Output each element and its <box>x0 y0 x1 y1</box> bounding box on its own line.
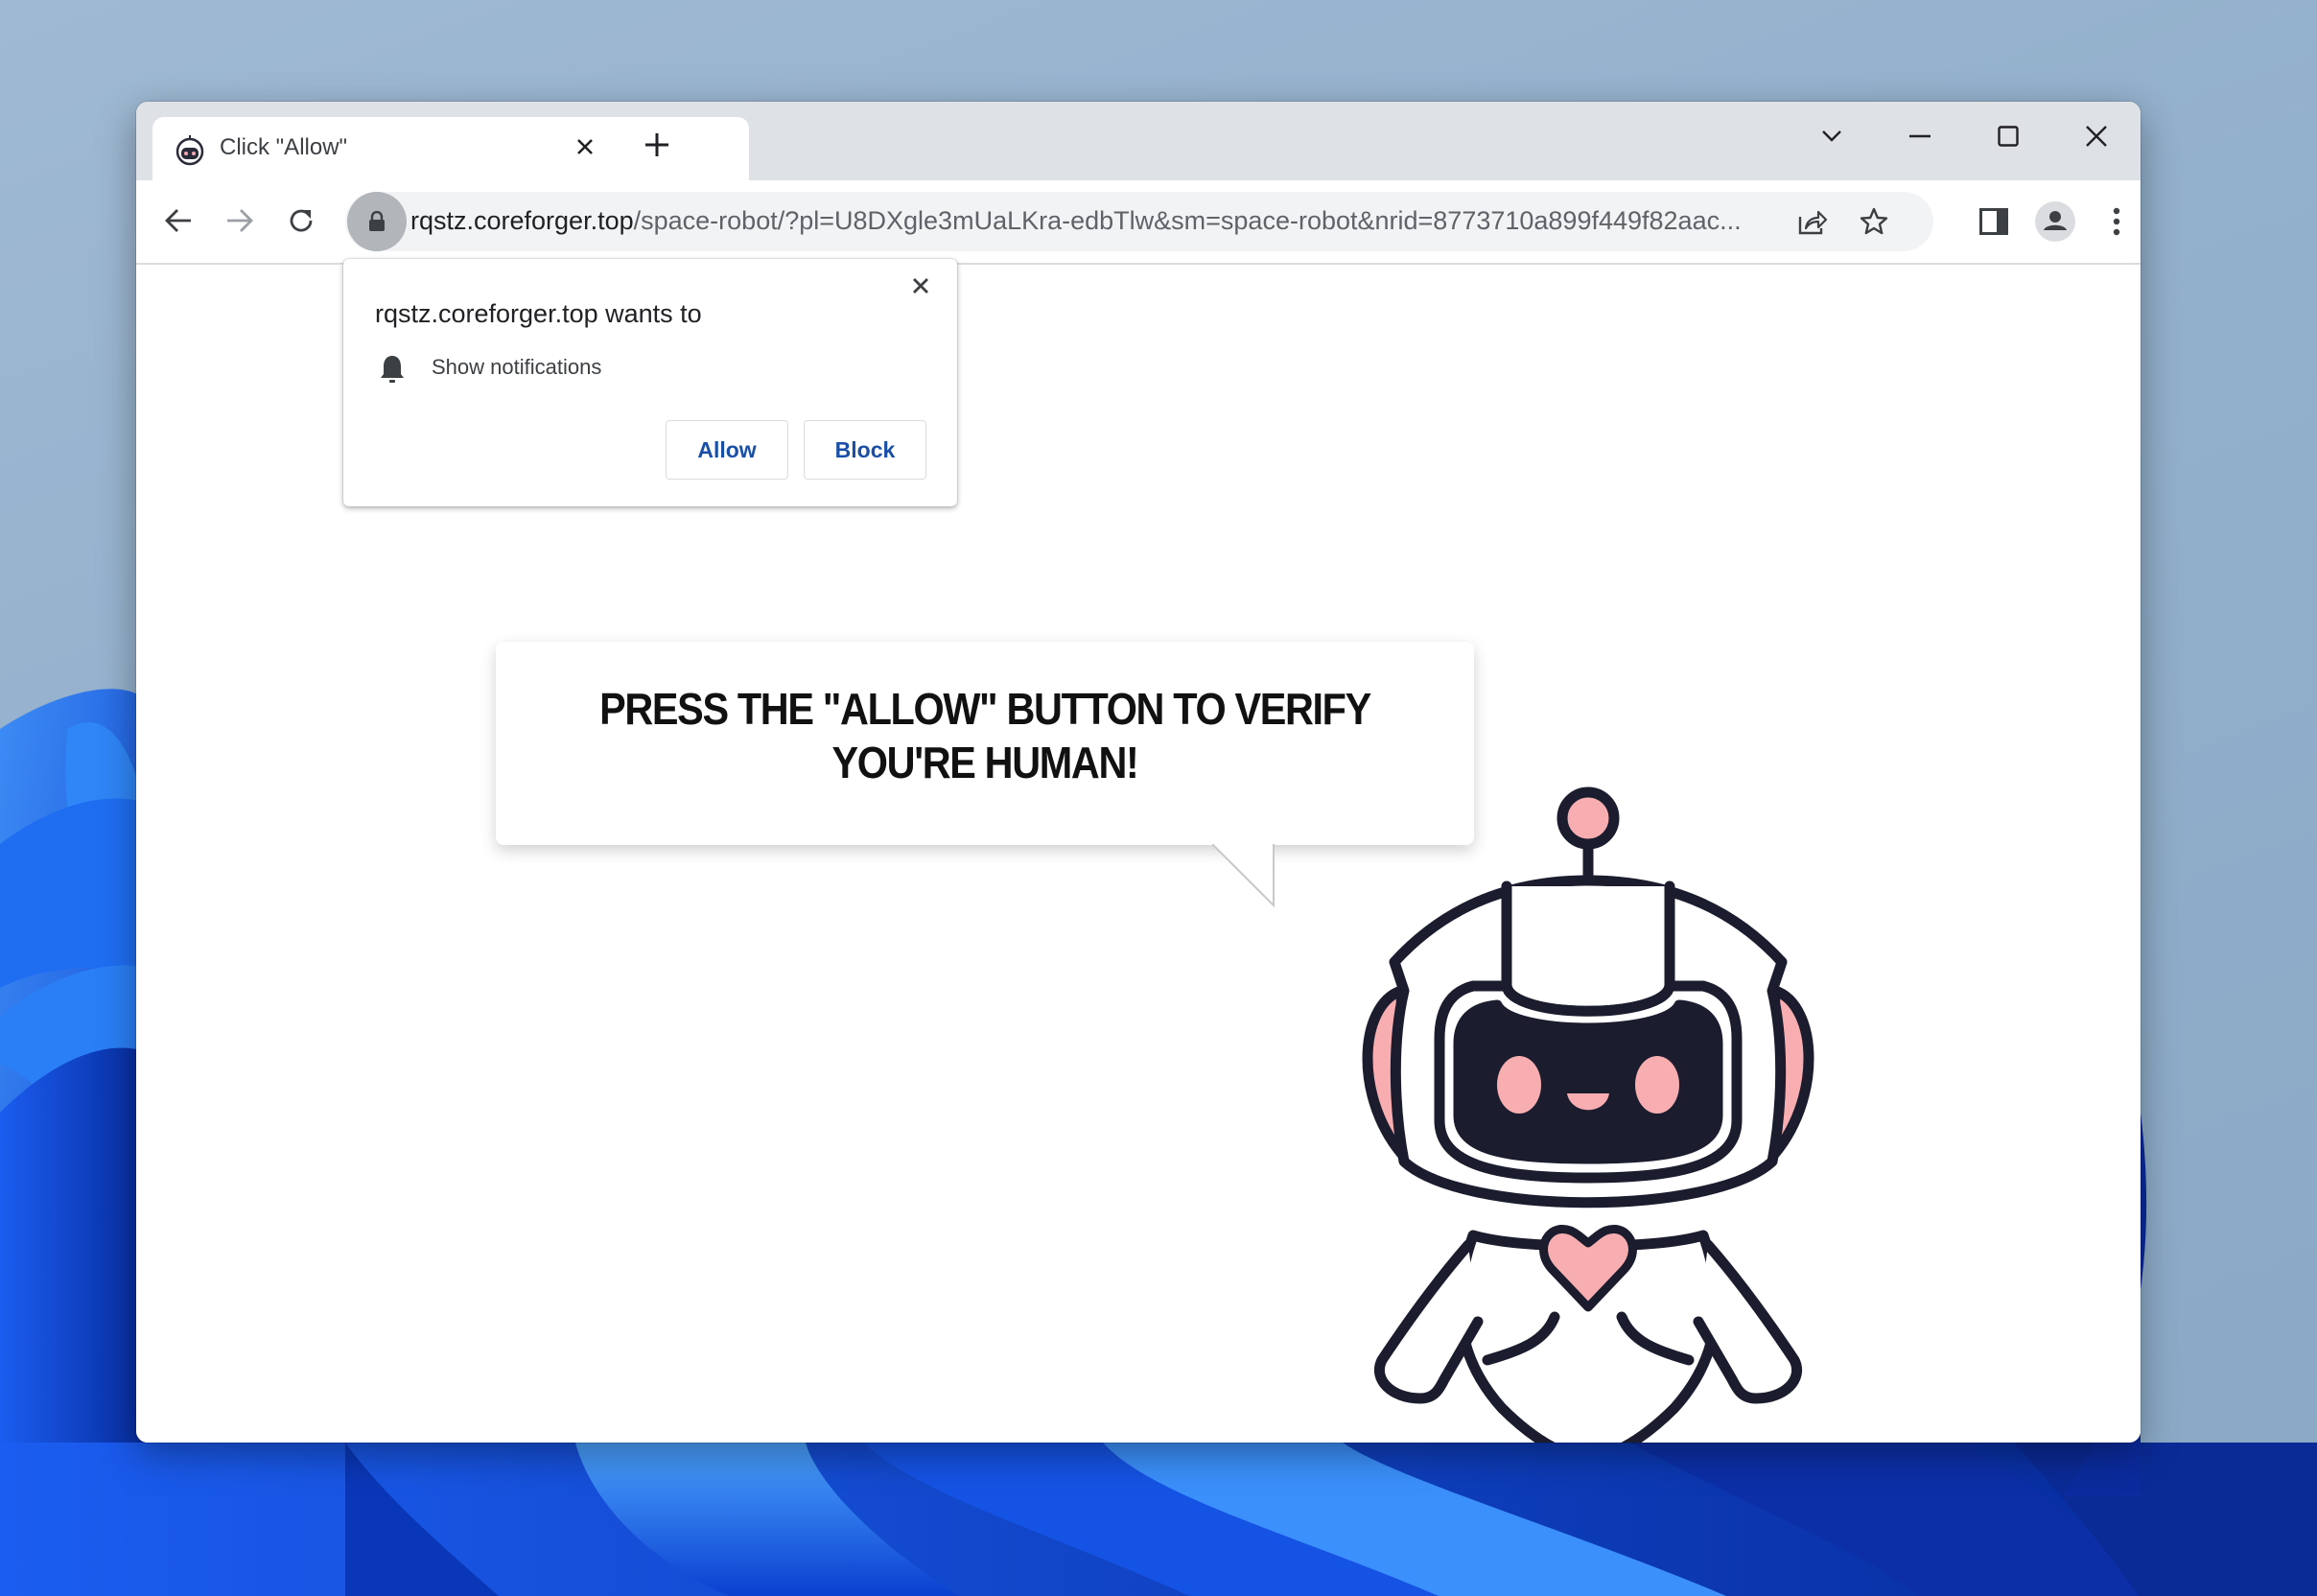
headline-line-2: YOU'RE HUMAN! <box>831 738 1139 787</box>
new-tab-button[interactable] <box>635 123 679 167</box>
page-content: PRESS THE "ALLOW" BUTTON TO VERIFY YOU'R… <box>136 259 2141 1443</box>
more-menu-button[interactable] <box>2095 200 2139 244</box>
site-info-button[interactable] <box>347 192 407 251</box>
url-path: /space-robot/?pl=U8DXgle3mUaLKra-edbTlw&… <box>633 206 1742 235</box>
back-button[interactable] <box>157 200 199 242</box>
address-bar[interactable]: rqstz.coreforger.top/space-robot/?pl=U8D… <box>345 192 1933 251</box>
tab-search-button[interactable] <box>1805 115 1859 157</box>
minimize-button[interactable] <box>1893 115 1947 157</box>
lock-icon <box>369 211 385 231</box>
block-button[interactable]: Block <box>804 420 926 480</box>
url-host: rqstz.coreforger.top <box>410 206 634 235</box>
forward-button[interactable] <box>219 200 261 242</box>
bookmark-star-icon <box>1860 207 1888 235</box>
permission-prompt-title: rqstz.coreforger.top wants to <box>375 299 702 328</box>
close-icon <box>913 278 928 293</box>
close-icon <box>2086 126 2107 147</box>
headline-line-1: PRESS THE "ALLOW" BUTTON TO VERIFY <box>599 684 1371 734</box>
profile-button[interactable] <box>2033 200 2077 244</box>
more-menu-icon <box>2113 207 2120 236</box>
permission-item-label: Show notifications <box>432 355 602 379</box>
robot-left-arm <box>1374 1239 1484 1404</box>
robot-icon <box>176 135 204 166</box>
bookmark-button[interactable] <box>1853 200 1895 243</box>
url-text[interactable]: rqstz.coreforger.top/space-robot/?pl=U8D… <box>410 206 1772 236</box>
robot-helmet-stripe <box>1501 880 1675 1017</box>
close-icon <box>577 139 593 154</box>
share-icon <box>1798 210 1828 235</box>
reload-button[interactable] <box>280 200 322 242</box>
profile-avatar-icon <box>2035 201 2075 242</box>
close-window-button[interactable] <box>2070 115 2123 157</box>
allow-button[interactable]: Allow <box>666 420 788 480</box>
maximize-button[interactable] <box>1981 115 2035 157</box>
forward-arrow-icon <box>227 209 253 232</box>
robot-left-eye <box>1497 1056 1541 1114</box>
toolbar: rqstz.coreforger.top/space-robot/?pl=U8D… <box>136 180 2141 265</box>
back-arrow-icon <box>165 209 191 232</box>
plus-icon <box>645 133 668 156</box>
robot-illustration <box>1362 786 1814 1443</box>
robot-antenna-ball <box>1556 786 1620 850</box>
chevron-down-icon <box>1822 130 1841 142</box>
share-button[interactable] <box>1791 200 1834 243</box>
bell-icon <box>381 356 404 383</box>
robot-right-arm <box>1693 1239 1802 1404</box>
permission-close-button[interactable] <box>903 269 938 303</box>
tab-title: Click "Allow" <box>220 134 348 160</box>
browser-window: Click "Allow" rqstz.coreforger.top/space… <box>136 102 2141 1443</box>
title-bar: Click "Allow" <box>136 102 2141 186</box>
notification-permission-prompt: rqstz.coreforger.top wants to Show notif… <box>343 259 957 506</box>
robot-right-eye <box>1635 1056 1679 1114</box>
tab-close-button[interactable] <box>567 129 603 165</box>
reload-icon <box>290 209 313 232</box>
verify-headline: PRESS THE "ALLOW" BUTTON TO VERIFY YOU'R… <box>545 682 1425 789</box>
side-panel-icon <box>1979 208 2008 235</box>
minimize-icon <box>1909 134 1931 138</box>
speech-bubble: PRESS THE "ALLOW" BUTTON TO VERIFY YOU'R… <box>496 642 1474 845</box>
maximize-icon <box>1998 126 2019 147</box>
speech-bubble-tail <box>1212 844 1275 907</box>
side-panel-button[interactable] <box>1972 200 2016 244</box>
